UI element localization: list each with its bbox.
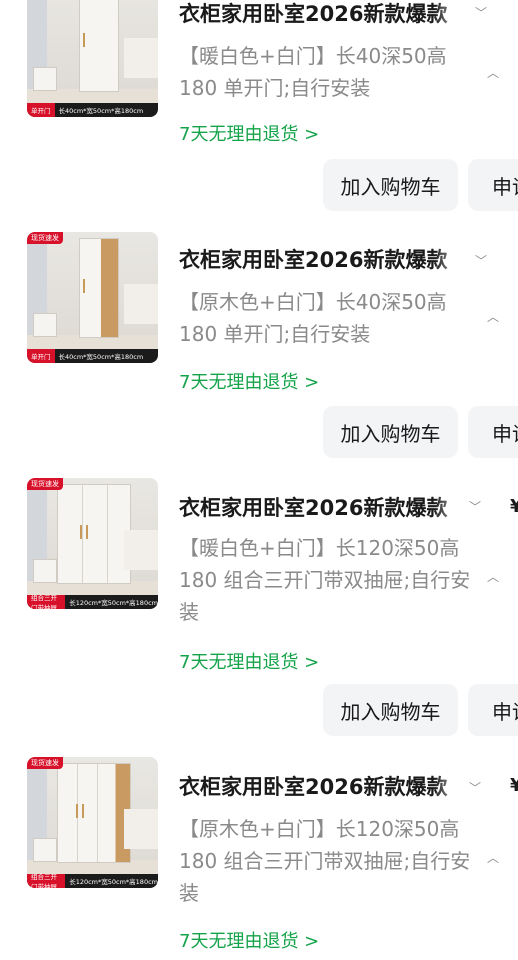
thumb-size-label: 长40cm*宽50cm*高180cm xyxy=(58,107,144,115)
product-title[interactable]: 衣柜家用卧室2026新款爆款 xyxy=(179,492,469,522)
return-policy-link[interactable]: 7天无理由退货 > xyxy=(179,648,319,674)
product-title[interactable]: 衣柜家用卧室2026新款爆款 xyxy=(179,771,469,801)
product-thumbnail[interactable]: 现货速发 单开门 长40cm*宽50cm*高180cm xyxy=(27,232,158,363)
product-spec[interactable]: 【原木色+白门】长120深50高180 组合三开门带双抽屉;自行安装 xyxy=(179,813,475,909)
price-label: ¥ xyxy=(510,775,518,796)
chevron-up-icon[interactable]: ︿ xyxy=(487,308,499,325)
product-item[interactable]: 现货速发 组合三开门带抽屉 长120cm*宽50cm*高180cm 衣柜家用卧室… xyxy=(0,757,518,960)
thumb-door-label: 组合三开门带抽屉 xyxy=(27,873,66,888)
price-label: ¥ xyxy=(510,496,518,517)
product-title[interactable]: 衣柜家用卧室2026新款爆款 xyxy=(179,0,469,28)
thumb-door-label: 组合三开门带抽屉 xyxy=(27,594,66,609)
chevron-down-icon[interactable]: ﹀ xyxy=(469,779,481,796)
return-policy-link[interactable]: 7天无理由退货 > xyxy=(179,368,319,394)
add-to-cart-button[interactable]: 加入购物车 xyxy=(323,406,458,458)
product-title[interactable]: 衣柜家用卧室2026新款爆款 xyxy=(179,244,469,274)
thumb-size-label: 长120cm*宽50cm*高180cm xyxy=(69,599,158,607)
thumb-stock-badge: 现货速发 xyxy=(27,757,63,769)
thumb-door-label: 单开门 xyxy=(27,103,55,117)
product-thumbnail[interactable]: 单开门 长40cm*宽50cm*高180cm xyxy=(27,0,158,117)
product-item[interactable]: 现货速发 单开门 长40cm*宽50cm*高180cm 衣柜家用卧室2026新款… xyxy=(0,232,518,472)
product-spec[interactable]: 【原木色+白门】长40深50高180 单开门;自行安装 xyxy=(179,286,475,350)
product-thumbnail[interactable]: 现货速发 组合三开门带抽屉 长120cm*宽50cm*高180cm xyxy=(27,478,158,609)
product-spec[interactable]: 【暖白色+白门】长40深50高180 单开门;自行安装 xyxy=(179,40,475,104)
chevron-down-icon[interactable]: ﹀ xyxy=(469,498,481,515)
chevron-up-icon[interactable]: ︿ xyxy=(487,64,499,81)
thumb-stock-badge: 现货速发 xyxy=(27,232,63,244)
product-item[interactable]: 单开门 长40cm*宽50cm*高180cm 衣柜家用卧室2026新款爆款 ﹀ … xyxy=(0,0,518,226)
chevron-up-icon[interactable]: ︿ xyxy=(487,568,499,585)
chevron-down-icon[interactable]: ﹀ xyxy=(475,4,487,21)
product-item[interactable]: 现货速发 组合三开门带抽屉 长120cm*宽50cm*高180cm 衣柜家用卧室… xyxy=(0,478,518,748)
thumb-door-label: 单开门 xyxy=(27,349,55,363)
chevron-down-icon[interactable]: ﹀ xyxy=(475,252,487,269)
add-to-cart-button[interactable]: 加入购物车 xyxy=(323,159,458,211)
add-to-cart-button[interactable]: 加入购物车 xyxy=(323,684,458,736)
return-policy-link[interactable]: 7天无理由退货 > xyxy=(179,120,319,146)
thumb-size-label: 长120cm*宽50cm*高180cm xyxy=(69,878,158,886)
chevron-up-icon[interactable]: ︿ xyxy=(487,849,499,866)
product-spec[interactable]: 【暖白色+白门】长120深50高180 组合三开门带双抽屉;自行安装 xyxy=(179,532,475,628)
apply-button[interactable]: 申请 xyxy=(468,684,518,736)
thumb-size-label: 长40cm*宽50cm*高180cm xyxy=(58,353,144,361)
apply-button[interactable]: 申请 xyxy=(468,406,518,458)
return-policy-link[interactable]: 7天无理由退货 > xyxy=(179,927,319,953)
thumb-stock-badge: 现货速发 xyxy=(27,478,63,490)
apply-button[interactable]: 申请 xyxy=(468,159,518,211)
product-thumbnail[interactable]: 现货速发 组合三开门带抽屉 长120cm*宽50cm*高180cm xyxy=(27,757,158,888)
